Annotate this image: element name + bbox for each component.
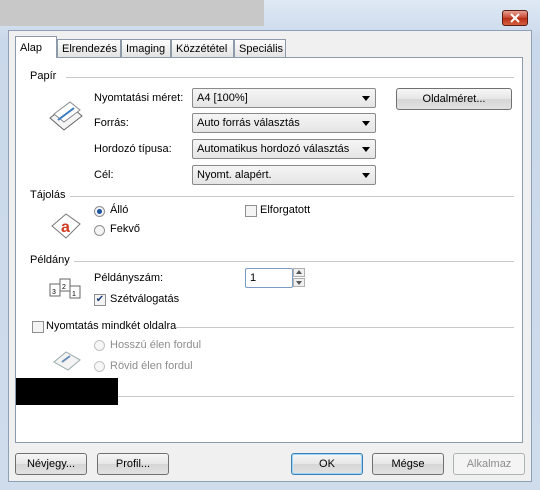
tab-alap[interactable]: Alap [15, 36, 57, 58]
chevron-down-icon [362, 173, 370, 178]
tab-label: Imaging [126, 43, 166, 55]
collate-copies-icon: 3 2 1 [49, 278, 81, 299]
short-edge-radio[interactable] [94, 361, 105, 372]
svg-text:a: a [61, 219, 70, 236]
short-edge-label: Rövid élen fordul [110, 360, 193, 372]
copy-count-label: Példányszám: [94, 272, 164, 284]
portrait-radio[interactable] [94, 206, 105, 217]
select-value: A4 [100%] [197, 92, 248, 104]
svg-text:1: 1 [72, 291, 76, 298]
cancel-button[interactable]: Mégse [372, 453, 444, 475]
copy-count-down[interactable] [293, 278, 305, 287]
redacted-area [16, 378, 118, 405]
tab-specialis[interactable]: Speciális [234, 39, 286, 57]
ok-button[interactable]: OK [291, 453, 363, 475]
portrait-label: Álló [110, 204, 129, 216]
chevron-down-icon [362, 147, 370, 152]
tab-label: Elrendezés [62, 43, 118, 55]
duplex-label: Nyomtatás mindkét oldalra [46, 320, 177, 332]
tab-label: Speciális [239, 43, 284, 55]
chevron-up-icon [296, 270, 302, 274]
long-edge-label: Hosszú élen fordul [110, 339, 202, 351]
close-icon [510, 13, 520, 23]
destination-label: Cél: [94, 169, 114, 181]
tab-label: Közzététel [176, 43, 228, 55]
dialog-window: Alap Elrendezés Imaging Közzététel Speci… [0, 0, 540, 490]
tab-label: Alap [20, 42, 43, 54]
copy-count-up[interactable] [293, 268, 305, 277]
chevron-down-icon [362, 121, 370, 126]
chevron-down-icon [296, 281, 302, 285]
select-value: Automatikus hordozó választás [197, 143, 350, 155]
source-select[interactable]: Auto forrás választás [192, 113, 376, 133]
tab-imaging[interactable]: Imaging [121, 39, 171, 57]
paper-tray-icon [49, 101, 83, 131]
duplex-icon [53, 351, 81, 371]
print-size-label: Nyomtatási méret: [94, 92, 184, 104]
copy-count-input[interactable]: 1 [245, 268, 293, 288]
long-edge-radio[interactable] [94, 340, 105, 351]
media-type-label: Hordozó típusa: [94, 143, 172, 155]
svg-text:3: 3 [52, 289, 56, 296]
input-value: 1 [250, 272, 257, 284]
divider [66, 77, 514, 78]
title-bar-redacted [0, 0, 264, 26]
profile-button[interactable]: Profil... [97, 453, 169, 475]
rotated-checkbox[interactable] [245, 205, 257, 217]
select-value: Auto forrás választás [197, 117, 300, 129]
divider [70, 196, 514, 197]
paper-group-label: Papír [30, 70, 57, 82]
print-size-select[interactable]: A4 [100%] [192, 88, 376, 108]
orientation-group-label: Tájolás [30, 189, 66, 201]
dialog-client: Alap Elrendezés Imaging Közzététel Speci… [8, 30, 532, 482]
source-label: Forrás: [94, 117, 129, 129]
close-button[interactable] [502, 10, 528, 26]
chevron-down-icon [362, 96, 370, 101]
collate-label: Szétválogatás [110, 293, 180, 305]
collate-checkbox[interactable]: ✔ [94, 294, 106, 306]
orientation-portrait-icon: a [51, 213, 81, 239]
select-value: Nyomt. alapért. [197, 169, 272, 181]
svg-text:2: 2 [62, 284, 66, 291]
divider [176, 327, 514, 328]
duplex-checkbox[interactable] [32, 321, 44, 333]
about-button[interactable]: Névjegy... [15, 453, 87, 475]
page-size-button[interactable]: Oldalméret... [396, 88, 512, 110]
tab-elrendezes[interactable]: Elrendezés [57, 39, 121, 57]
apply-button[interactable]: Alkalmaz [453, 453, 525, 475]
copies-group-label: Példány [30, 254, 70, 266]
landscape-label: Fekvő [110, 223, 140, 235]
media-type-select[interactable]: Automatikus hordozó választás [192, 139, 376, 159]
tab-kozzetetel[interactable]: Közzététel [171, 39, 234, 57]
landscape-radio[interactable] [94, 225, 105, 236]
destination-select[interactable]: Nyomt. alapért. [192, 165, 376, 185]
rotated-label: Elforgatott [260, 204, 311, 216]
divider [74, 261, 514, 262]
